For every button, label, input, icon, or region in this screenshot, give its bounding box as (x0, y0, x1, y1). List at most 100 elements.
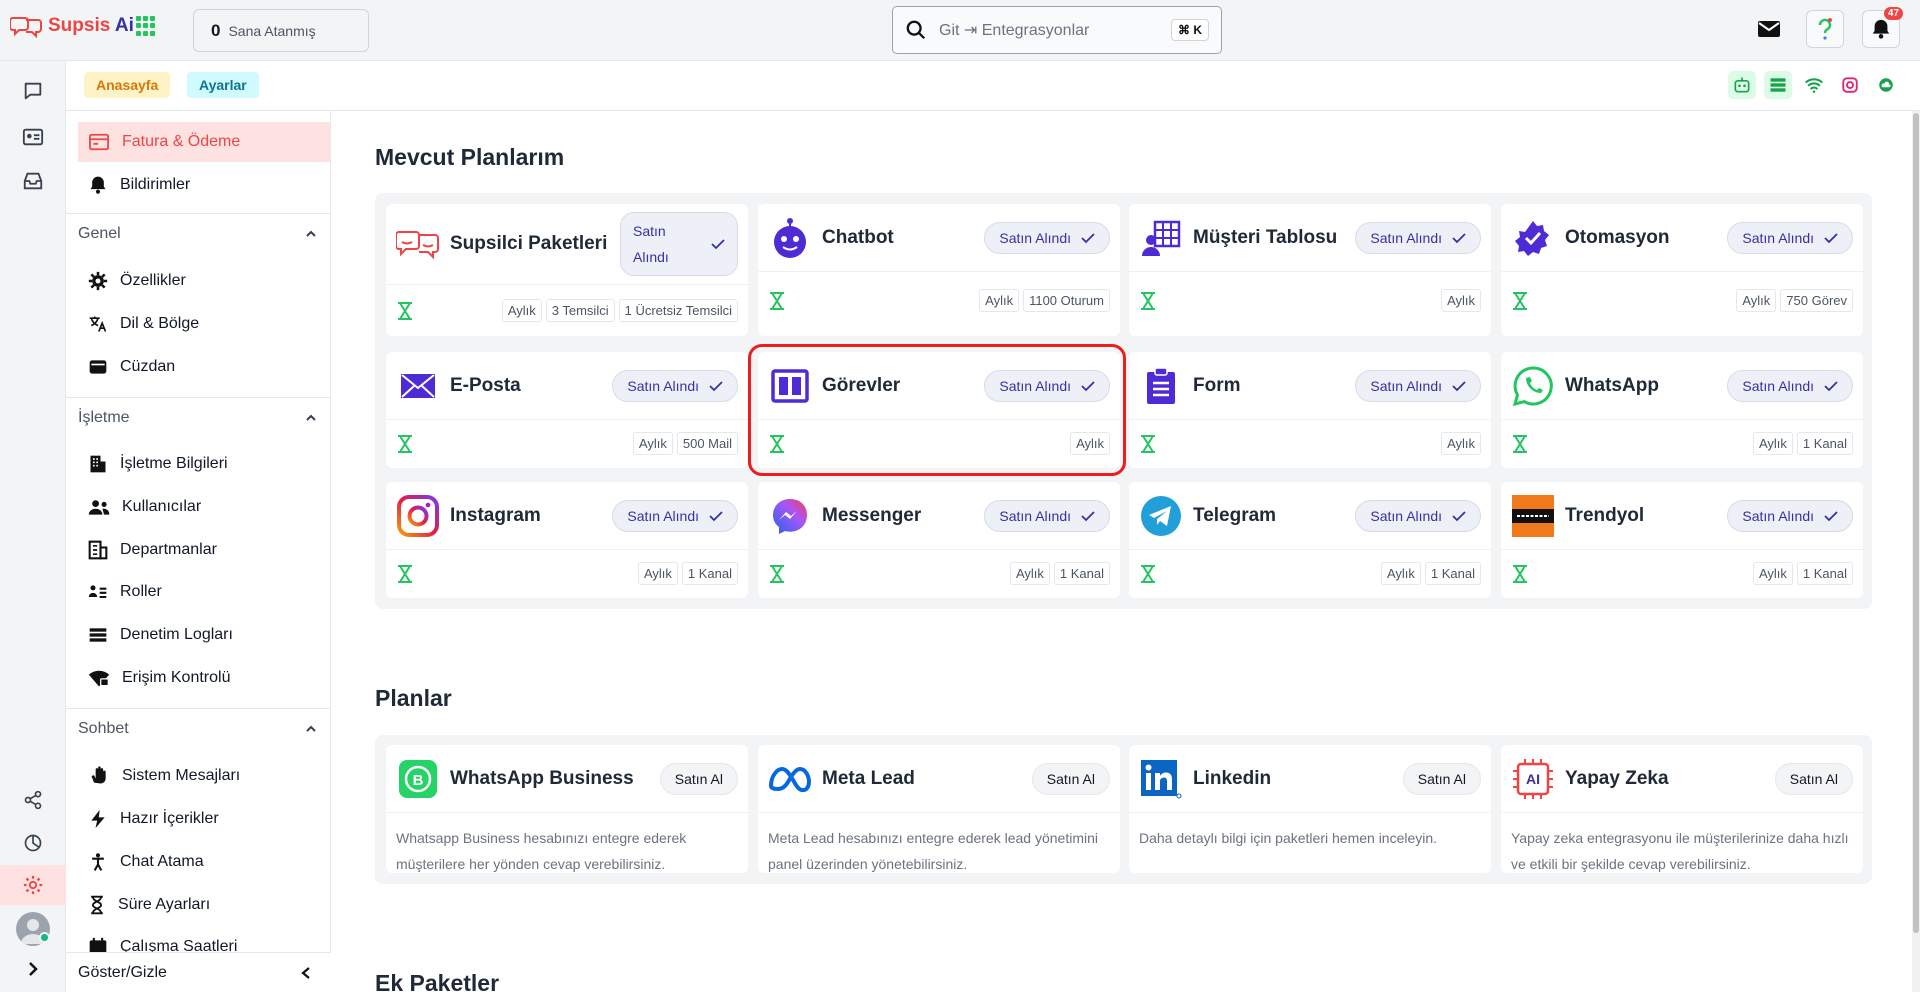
buy-button[interactable]: Satın Al (1402, 762, 1481, 795)
bot-status-button[interactable] (1728, 71, 1756, 99)
buy-button[interactable]: Satın Al (659, 762, 738, 795)
sidebar-item-label: Dil & Bölge (120, 315, 200, 332)
sidebar-item-time-settings[interactable]: Süre Ayarları (78, 885, 330, 925)
purchased-button[interactable]: Satın Alındı (1355, 369, 1481, 402)
sidebar-item-label: Chat Atama (120, 853, 204, 870)
section-business[interactable]: İşletme (66, 397, 330, 437)
sidebar-item-roles[interactable]: Roller (78, 572, 330, 612)
plan-card-ai: AI Yapay Zeka Satın Al Yapay zeka entegr… (1501, 745, 1863, 873)
rail-inbox[interactable] (0, 161, 66, 201)
purchased-button[interactable]: Satın Alındı (612, 499, 738, 532)
department-icon (88, 540, 108, 560)
rail-chat[interactable] (0, 71, 66, 111)
sidebar-item-notifications[interactable]: Bildirimler (78, 165, 330, 205)
mail-button[interactable] (1750, 10, 1788, 48)
sidebar-item-access-control[interactable]: Erişim Kontrolü (78, 658, 330, 698)
plan-card-chatbot: Chatbot Satın Alındı Aylık 1100 Oturum (758, 204, 1120, 336)
wallet-icon (89, 360, 107, 374)
sidebar-item-users[interactable]: Kullanıcılar (78, 487, 330, 527)
rail-share[interactable] (0, 780, 66, 820)
logo[interactable]: Supsis Ai (10, 14, 134, 38)
plan-title: Trendyol (1565, 504, 1645, 526)
sidebar-item-chat-assign[interactable]: Chat Atama (78, 842, 330, 882)
inbox-icon (23, 172, 43, 190)
purchased-button[interactable]: Satın Alındı (1727, 499, 1853, 532)
bell-icon (90, 176, 106, 194)
sidebar-toggle[interactable]: Göster/Gizle (66, 952, 331, 992)
section-chat[interactable]: Sohbet (66, 708, 330, 748)
check-icon (709, 380, 723, 391)
breadcrumb-home[interactable]: Anasayfa (84, 72, 171, 98)
sidebar-item-features[interactable]: Özellikler (78, 261, 330, 301)
sidebar-item-business-info[interactable]: İşletme Bilgileri (78, 444, 330, 484)
buy-button[interactable]: Satın Al (1774, 762, 1853, 795)
purchased-button[interactable]: Satın Alındı (620, 212, 738, 276)
rail-expand[interactable] (0, 946, 66, 992)
sidebar-item-label: Özellikler (120, 272, 186, 289)
automation-icon (1515, 220, 1549, 256)
highlight-box (748, 344, 1126, 476)
plan-card-supsilci: Supsilci Paketleri Satın Alındı Aylık 3 T… (386, 204, 748, 336)
check-icon (1452, 380, 1466, 391)
search-input[interactable]: Git ⇥ Entegrasyonlar (939, 20, 1171, 40)
server-status-button[interactable] (1764, 71, 1792, 99)
notification-badge: 47 (1883, 7, 1903, 20)
purchased-button[interactable]: Satın Alındı (984, 499, 1110, 532)
breadcrumb-settings[interactable]: Ayarlar (187, 72, 259, 98)
scrollbar-thumb[interactable] (1913, 113, 1919, 933)
purchased-button[interactable]: Satın Alındı (612, 369, 738, 402)
whatsapp-icon (1512, 365, 1553, 406)
purchased-button[interactable]: Satın Alındı (1727, 221, 1853, 254)
share-icon (24, 790, 42, 810)
plan-title: Meta Lead (822, 767, 915, 789)
sidebar-item-label: İşletme Bilgileri (120, 455, 228, 472)
search-bar[interactable]: Git ⇥ Entegrasyonlar ⌘ K (892, 6, 1222, 54)
breadcrumb-bar: Anasayfa Ayarlar (66, 61, 1920, 111)
sidebar-item-wallet[interactable]: Cüzdan (78, 347, 330, 387)
main-content: Mevcut Planlarım Supsilci Paketleri Satı… (331, 111, 1920, 992)
sidebar-item-label: Süre Ayarları (118, 896, 211, 913)
help-button[interactable] (1806, 10, 1844, 48)
purchased-label: Satın Alındı (633, 223, 669, 265)
plan-title: Supsilci Paketleri (450, 233, 608, 254)
plan-card-instagram: Instagram Satın Alındı Aylık 1 Kanal (386, 482, 748, 598)
contact-card-icon (22, 128, 44, 146)
purchased-button[interactable]: Satın Alındı (1355, 221, 1481, 254)
messenger-icon (773, 498, 807, 534)
linkedin-icon (1141, 759, 1182, 798)
plan-title: WhatsApp (1565, 374, 1659, 396)
buy-button[interactable]: Satın Al (1031, 762, 1110, 795)
hourglass-icon (770, 291, 784, 310)
sidebar-item-ready-content[interactable]: Hazır İçerikler (78, 799, 330, 839)
plan-tag: 1 Ücretsiz Temsilci (618, 299, 738, 322)
main-scrollbar[interactable] (1912, 111, 1920, 992)
purchased-button[interactable]: Satın Alındı (984, 221, 1110, 254)
assigned-count: 0 (211, 20, 221, 40)
section-title: Sohbet (78, 719, 129, 737)
hourglass-icon (1513, 434, 1527, 453)
connection-status-button[interactable] (1800, 71, 1828, 99)
purchased-button[interactable]: Satın Alındı (1727, 369, 1853, 402)
sidebar-item-language[interactable]: Dil & Bölge (78, 304, 330, 344)
plan-tag: 1 Kanal (1796, 432, 1853, 455)
sidebar-item-billing[interactable]: Fatura & Ödeme (78, 122, 330, 162)
assigned-to-you[interactable]: 0 Sana Atanmış (193, 9, 369, 52)
apps-grid-icon[interactable] (136, 16, 156, 36)
rail-settings[interactable] (0, 865, 66, 905)
instagram-status-button[interactable] (1836, 71, 1864, 99)
plan-title: Otomasyon (1565, 226, 1670, 248)
notifications-button[interactable]: 47 (1862, 7, 1903, 48)
sidebar-item-departments[interactable]: Departmanlar (78, 530, 330, 570)
sidebar-item-audit-logs[interactable]: Denetim Logları (78, 615, 330, 655)
section-general[interactable]: Genel (66, 213, 330, 253)
bell-icon (1872, 19, 1890, 39)
purchased-button[interactable]: Satın Alındı (1355, 499, 1481, 532)
plan-description: Daha detaylı bilgi için paketleri hemen … (1139, 830, 1438, 846)
cloud-status-button[interactable] (1872, 71, 1900, 99)
rail-contacts[interactable] (0, 117, 66, 157)
wifi-icon (1804, 78, 1824, 93)
plan-title: Form (1193, 374, 1241, 396)
sidebar-item-system-messages[interactable]: Sistem Mesajları (78, 756, 330, 796)
plan-tag: Aylık (1752, 432, 1793, 455)
rail-reports[interactable] (0, 823, 66, 863)
